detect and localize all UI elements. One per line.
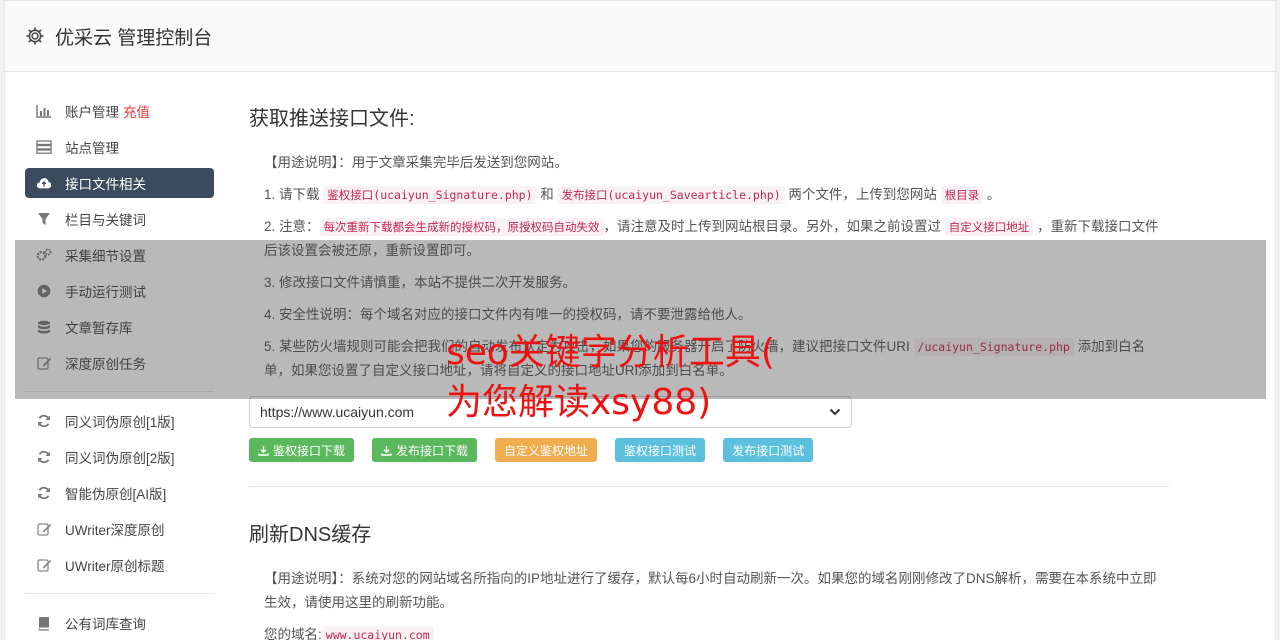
sidebar-item-label: UWriter原创标题 [65, 559, 165, 574]
cloud-upload-icon [36, 175, 52, 191]
code-signature: 鉴权接口(ucaiyun_Signature.php) [323, 186, 537, 204]
chevron-down-icon [829, 408, 841, 416]
domain-value: www.ucaiyun.com [321, 626, 434, 640]
domain-label: 您的域名: [264, 627, 322, 640]
sidebar-item-uwriter-deep[interactable]: UWriter深度原创 [25, 514, 214, 544]
sidebar-item-label: UWriter深度原创 [65, 523, 165, 538]
gear-icon [26, 27, 44, 45]
sidebar-item-uwriter-title[interactable]: UWriter原创标题 [25, 550, 214, 580]
refresh-icon [36, 449, 52, 465]
sidebar-item-sites[interactable]: 站点管理 [25, 132, 214, 162]
usage-note: 【用途说明】：用于文章采集完毕后发送到您网站。 [264, 155, 568, 170]
sidebar-item-label: 公有词库查询 [65, 617, 146, 632]
code-custom-url: 自定义接口地址 [944, 218, 1034, 236]
step-1: 1. 请下载 鉴权接口(ucaiyun_Signature.php) 和 发布接… [264, 186, 1001, 204]
sidebar-item-label: 智能伪原创[AI版] [65, 487, 167, 502]
refresh-icon [36, 413, 52, 429]
console-header: 优采云 管理控制台 [4, 0, 1276, 72]
sidebar-item-account[interactable]: 账户管理 充值 [25, 96, 214, 126]
test-publish-button[interactable]: 发布接口测试 [723, 438, 814, 462]
book-icon [36, 615, 52, 631]
dns-usage-note: 【用途说明】：系统对您的网站域名所指向的IP地址进行了缓存，默认每6小时自动刷新… [264, 571, 1157, 610]
code-root: 根目录 [940, 186, 984, 204]
sidebar-item-columns-keywords[interactable]: 栏目与关键词 [25, 204, 214, 234]
code-savearticle: 发布接口(ucaiyun_Savearticle.php) [557, 186, 785, 204]
edit-icon [36, 521, 52, 537]
sidebar-item-label: 同义词伪原创[2版] [65, 451, 175, 466]
sidebar-item-synonym-v1[interactable]: 同义词伪原创[1版] [25, 406, 214, 436]
sidebar-item-interface-files[interactable]: 接口文件相关 [25, 168, 214, 198]
section-divider [249, 486, 1169, 487]
recharge-link[interactable]: 充值 [123, 101, 150, 121]
server-icon [36, 139, 52, 155]
sidebar-item-ai-rewrite[interactable]: 智能伪原创[AI版] [25, 478, 214, 508]
sidebar-item-synonym-v2[interactable]: 同义词伪原创[2版] [25, 442, 214, 472]
test-signature-button[interactable]: 鉴权接口测试 [615, 438, 706, 462]
download-icon [381, 445, 392, 456]
dns-domain-row: 您的域名: www.ucaiyun.com [264, 623, 1169, 640]
code-regen-warning: 每次重新下载都会生成新的授权码，原授权码自动失效 [319, 218, 604, 236]
filter-icon [36, 211, 52, 227]
sidebar-item-label: 账户管理 [65, 105, 119, 120]
section-title-interface: 获取推送接口文件: [249, 108, 415, 130]
sidebar-item-label: 同义词伪原创[1版] [65, 415, 175, 430]
section-title-dns: 刷新DNS缓存 [249, 524, 372, 546]
domain-select-value: https://www.ucaiyun.com [260, 404, 415, 420]
download-signature-button[interactable]: 鉴权接口下载 [249, 438, 355, 462]
sidebar-item-label: 接口文件相关 [65, 177, 146, 192]
edit-icon [36, 557, 52, 573]
sidebar-item-public-thesaurus[interactable]: 公有词库查询 [25, 608, 214, 638]
overlay-text: seo关键字分析工具( 为您解读xsy88) [446, 332, 775, 423]
custom-auth-url-button[interactable]: 自定义鉴权地址 [495, 438, 598, 462]
download-icon [258, 445, 269, 456]
download-publish-button[interactable]: 发布接口下载 [372, 438, 478, 462]
sidebar-divider [25, 593, 214, 594]
sidebar-item-label: 站点管理 [65, 141, 119, 156]
dns-section: 刷新DNS缓存 【用途说明】：系统对您的网站域名所指向的IP地址进行了缓存，默认… [249, 518, 1169, 640]
console-title: 优采云 管理控制台 [55, 27, 213, 49]
action-buttons: 鉴权接口下载 发布接口下载 自定义鉴权地址 鉴权接口测试 发布接口测试 [249, 438, 831, 462]
sidebar-item-label: 栏目与关键词 [65, 213, 146, 228]
bar-chart-icon [36, 103, 52, 119]
refresh-icon [36, 485, 52, 501]
